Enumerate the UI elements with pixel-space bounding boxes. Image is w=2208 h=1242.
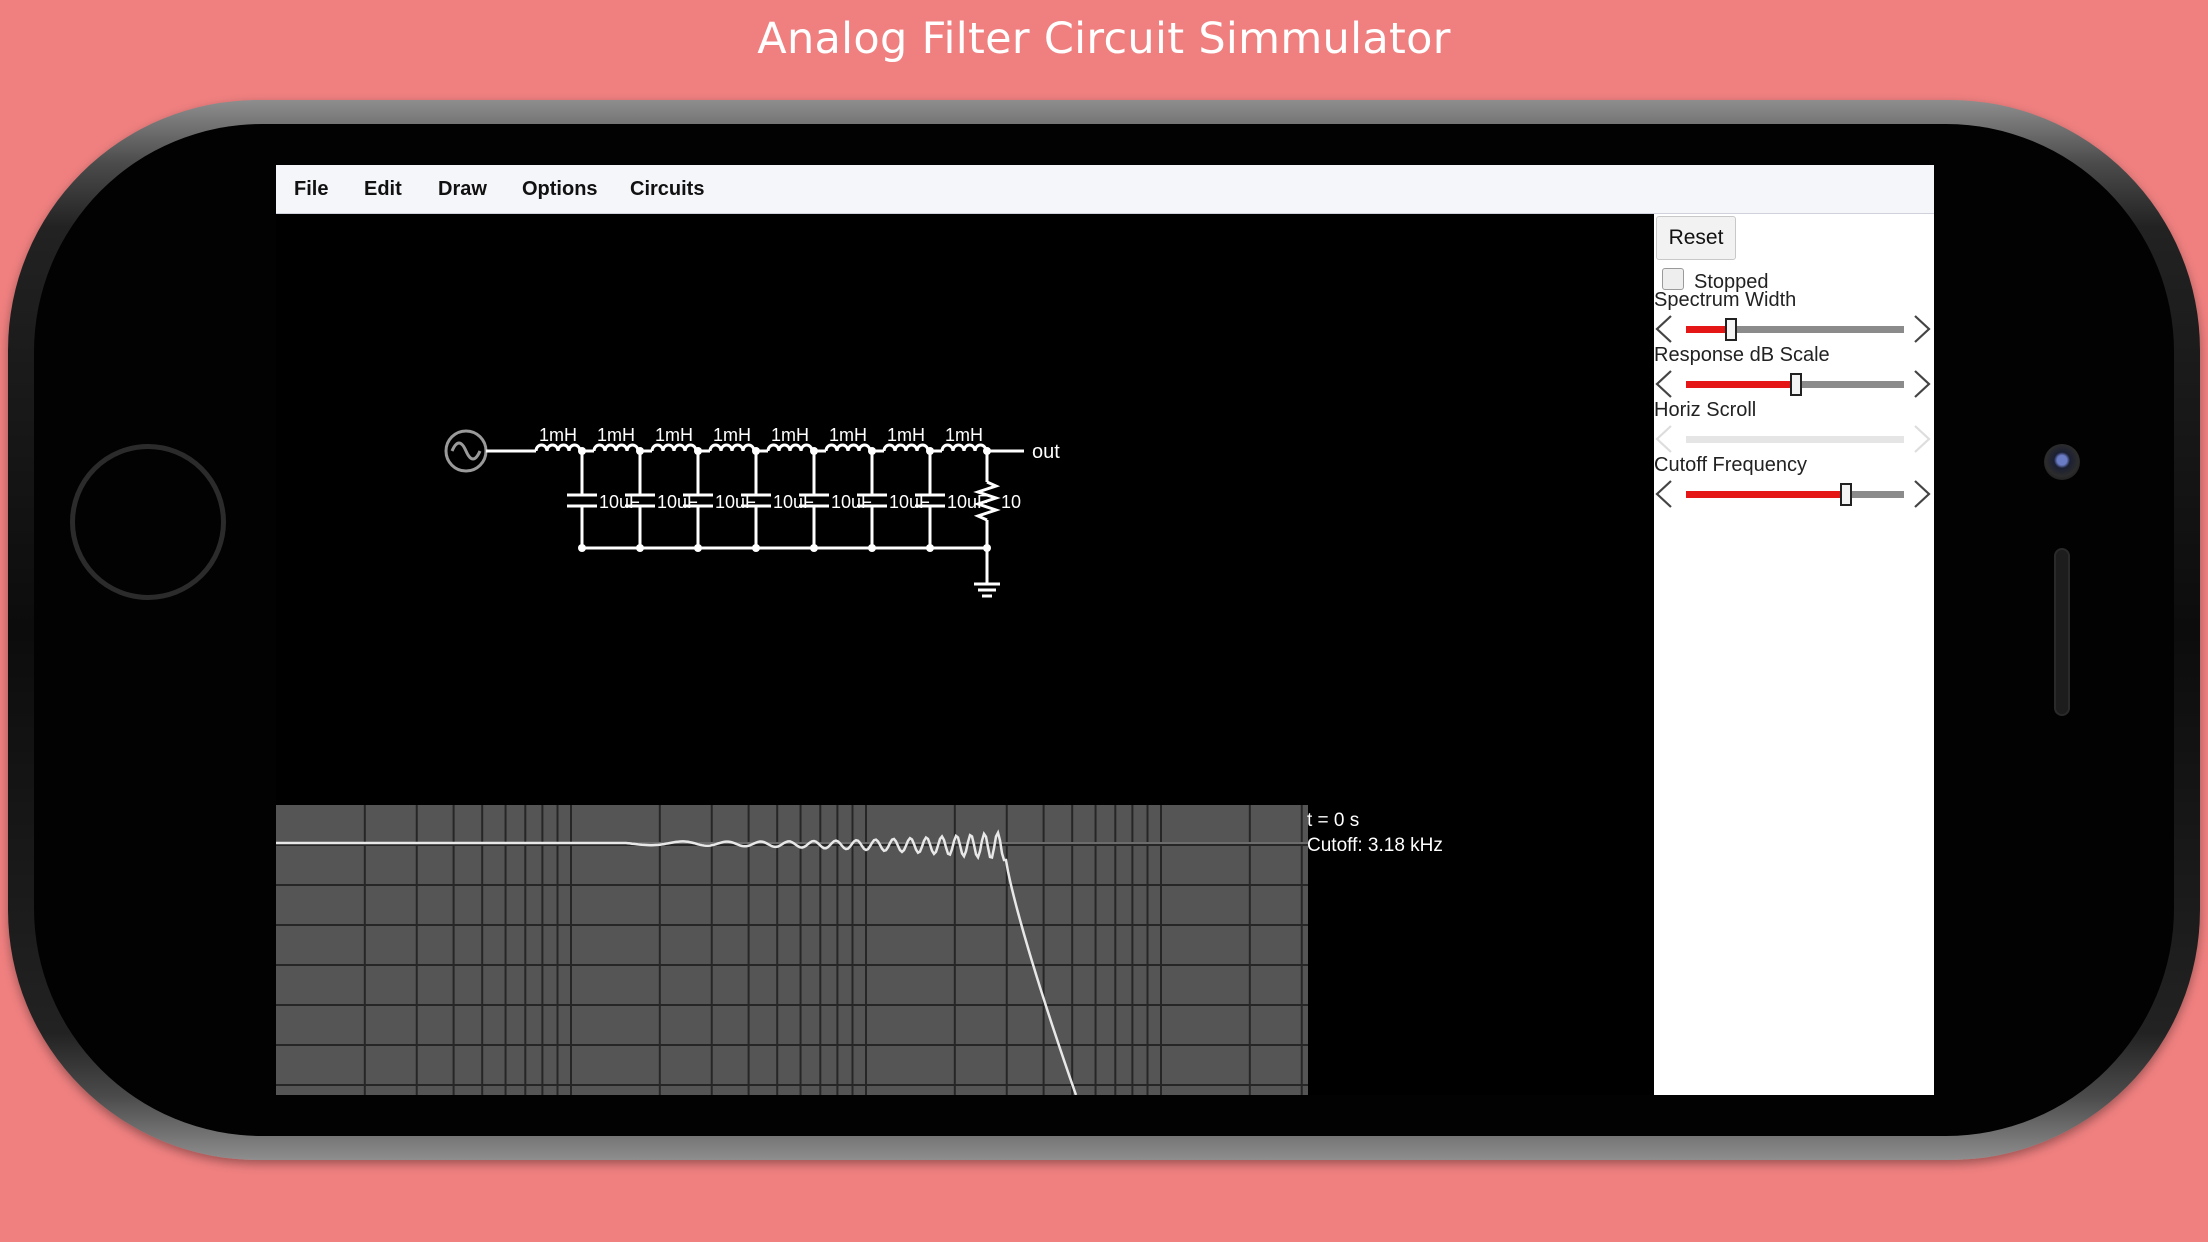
control-panel: Reset Stopped Spectrum Width Response dB … bbox=[1654, 214, 1934, 1095]
cutoff-frequency-decrease-arrow-icon[interactable] bbox=[1651, 477, 1677, 511]
spectrum-width-increase-arrow-icon[interactable] bbox=[1909, 312, 1935, 346]
menu-draw[interactable]: Draw bbox=[438, 178, 487, 201]
cutoff-frequency-slider-thumb[interactable] bbox=[1840, 483, 1853, 506]
response-db-scale-slider-thumb[interactable] bbox=[1790, 373, 1802, 396]
response-db-scale-decrease-arrow-icon[interactable] bbox=[1651, 367, 1677, 401]
inductor-3 bbox=[650, 443, 698, 452]
menu-file[interactable]: File bbox=[294, 178, 328, 201]
junction-dot bbox=[810, 447, 818, 455]
sine-wave-icon bbox=[450, 441, 482, 461]
junction-dot bbox=[636, 447, 644, 455]
speaker-grille bbox=[2054, 548, 2070, 716]
horiz-scroll-slider bbox=[1686, 436, 1904, 443]
stopped-checkbox[interactable] bbox=[1662, 268, 1684, 290]
app-screen: File Edit Draw Options Circuits 1mH 1mH 1m… bbox=[276, 165, 1934, 1095]
response-db-scale-increase-arrow-icon[interactable] bbox=[1909, 367, 1935, 401]
spectrum-width-slider-thumb[interactable] bbox=[1724, 318, 1737, 341]
spectrum-width-slider[interactable] bbox=[1686, 318, 1904, 341]
junction-dot bbox=[926, 447, 934, 455]
junction-dot bbox=[752, 447, 760, 455]
cutoff-frequency-slider[interactable] bbox=[1686, 483, 1904, 506]
spectrum-width-slider-fill bbox=[1686, 326, 1730, 333]
inductor-label-7: 1mH bbox=[887, 425, 925, 445]
cutoff-frequency-increase-arrow-icon[interactable] bbox=[1909, 477, 1935, 511]
inductor-label-2: 1mH bbox=[597, 425, 635, 445]
inductor-label-5: 1mH bbox=[771, 425, 809, 445]
cutoff-frequency-label: Cutoff Frequency bbox=[1654, 454, 1808, 476]
banner-title: Analog Filter Circuit Simmulator bbox=[757, 14, 1451, 64]
frequency-response-graph bbox=[276, 805, 1308, 1095]
response-db-scale-slider[interactable] bbox=[1686, 373, 1904, 396]
menu-circuits[interactable]: Circuits bbox=[630, 178, 704, 201]
inductor-4 bbox=[708, 443, 756, 452]
response-db-scale-label: Response dB Scale bbox=[1654, 344, 1830, 366]
menu-edit[interactable]: Edit bbox=[364, 178, 402, 201]
inductor-label-3: 1mH bbox=[655, 425, 693, 445]
response-db-scale-slider-fill bbox=[1686, 381, 1795, 388]
graph-background bbox=[276, 805, 1308, 1095]
spectrum-width-decrease-arrow-icon[interactable] bbox=[1651, 312, 1677, 346]
spectrum-width-label: Spectrum Width bbox=[1654, 289, 1797, 311]
junction-dot bbox=[868, 447, 876, 455]
inductor-8 bbox=[940, 443, 988, 452]
horiz-scroll-increase-arrow-icon bbox=[1909, 422, 1935, 456]
inductor-7 bbox=[882, 443, 930, 452]
time-readout: t = 0 s bbox=[1307, 810, 1360, 831]
resistor-label: 10 bbox=[1001, 492, 1021, 512]
inductor-label-8: 1mH bbox=[945, 425, 983, 445]
inductor-label-6: 1mH bbox=[829, 425, 867, 445]
camera-icon bbox=[2044, 444, 2080, 480]
home-button[interactable] bbox=[70, 444, 226, 600]
horiz-scroll-decrease-arrow-icon bbox=[1651, 422, 1677, 456]
cutoff-frequency-slider-fill bbox=[1686, 491, 1846, 498]
menu-bar: File Edit Draw Options Circuits bbox=[276, 165, 1934, 214]
inductor-label-1: 1mH bbox=[539, 425, 577, 445]
inductor-6 bbox=[824, 443, 872, 452]
junction-dot bbox=[578, 447, 586, 455]
horiz-scroll-label: Horiz Scroll bbox=[1654, 399, 1757, 421]
circuit-canvas[interactable]: 1mH 1mH 1mH 1mH 1mH 1mH 1mH 1mHout10uF 10uF 10uF 1… bbox=[276, 214, 1654, 805]
output-label: out bbox=[1032, 441, 1060, 463]
reset-button[interactable]: Reset bbox=[1656, 216, 1736, 260]
inductor-5 bbox=[766, 443, 814, 452]
junction-dot bbox=[694, 447, 702, 455]
cutoff-readout: Cutoff: 3.18 kHz bbox=[1307, 835, 1443, 856]
inductor-label-4: 1mH bbox=[713, 425, 751, 445]
junction-dot bbox=[983, 447, 991, 455]
inductor-1 bbox=[534, 443, 582, 452]
menu-options[interactable]: Options bbox=[522, 178, 598, 201]
inductor-2 bbox=[592, 443, 640, 452]
